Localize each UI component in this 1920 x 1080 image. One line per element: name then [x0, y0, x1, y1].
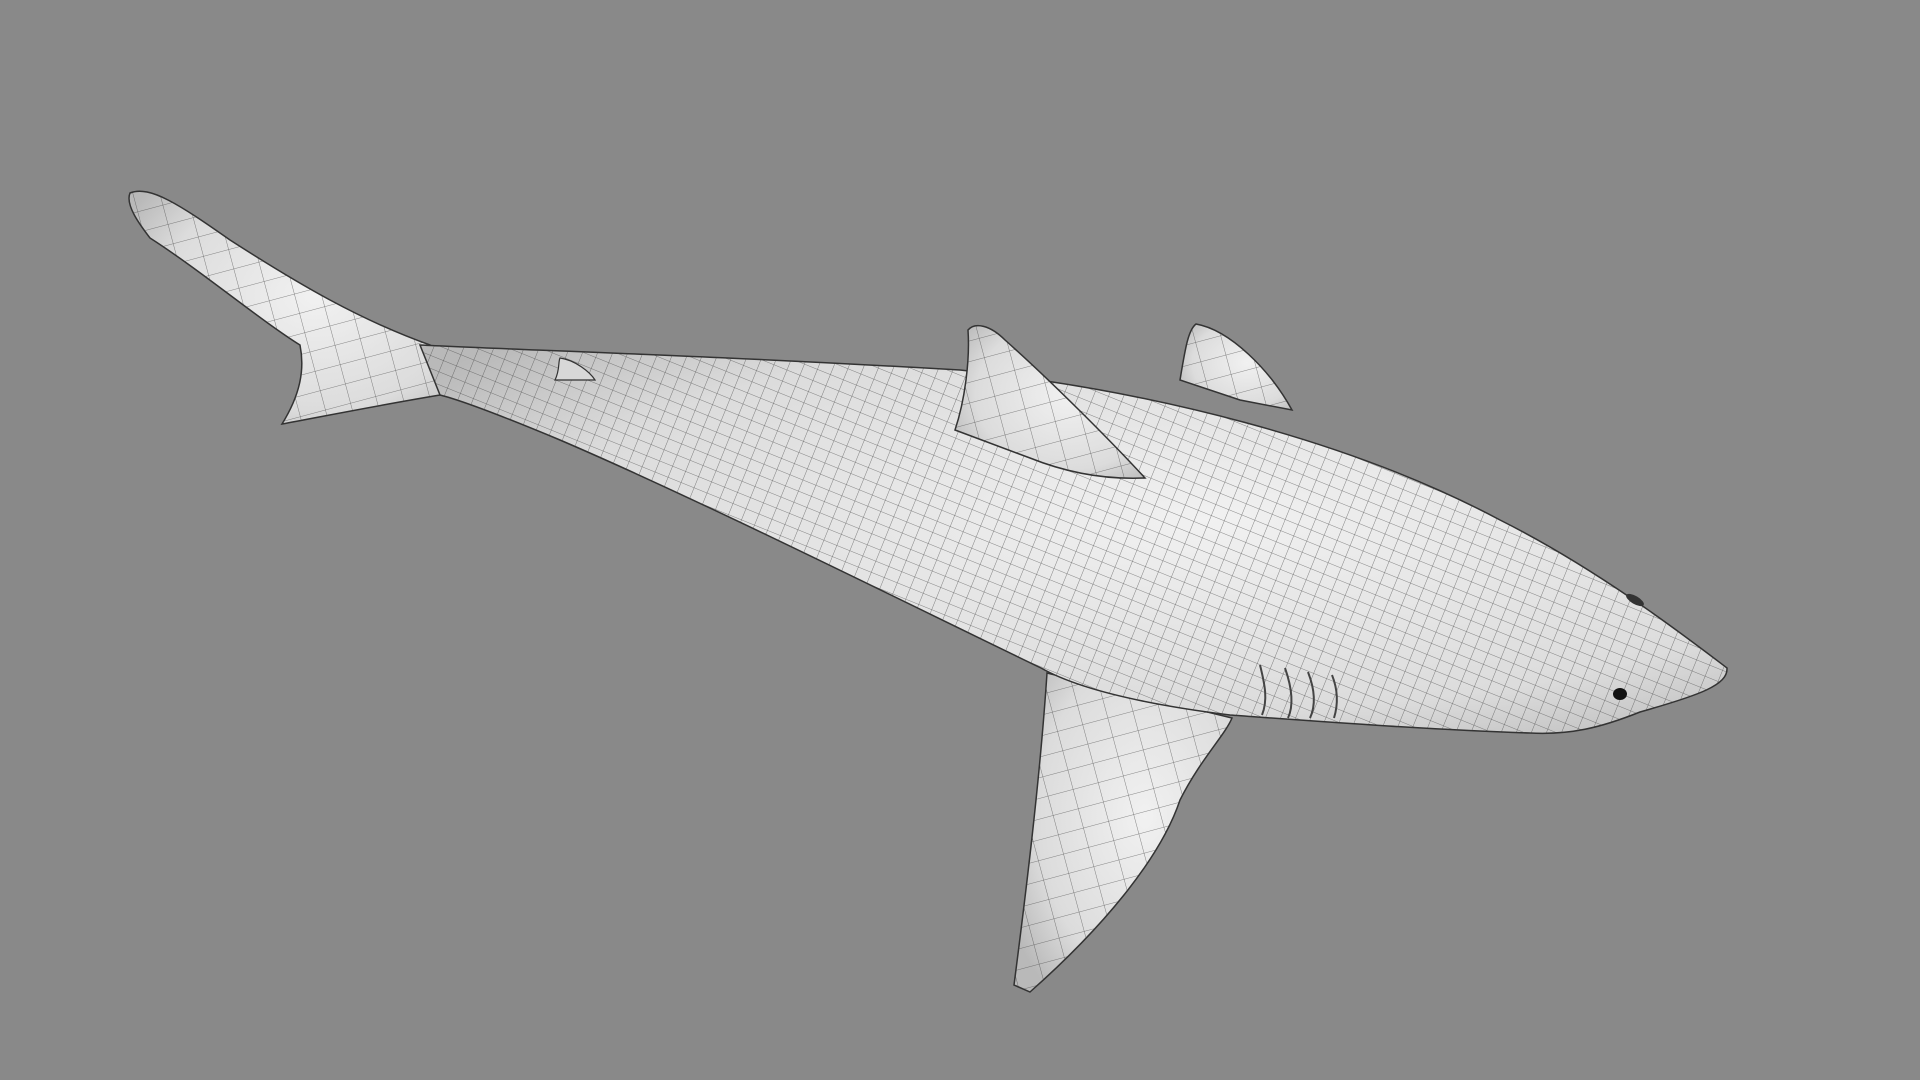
shark-body	[418, 344, 1728, 735]
rear-fin	[1179, 323, 1294, 412]
eye	[1613, 688, 1627, 700]
shark-model	[128, 190, 1728, 993]
pectoral-fin	[1013, 672, 1234, 993]
caudal-fin	[128, 190, 441, 426]
viewport-render	[128, 190, 1728, 993]
